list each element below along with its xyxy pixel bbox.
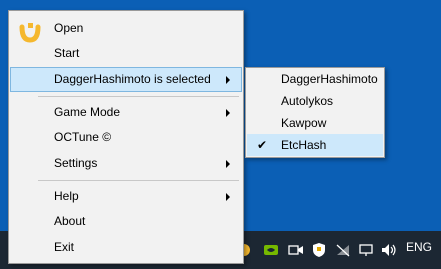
language-indicator[interactable]: ENG <box>406 240 432 254</box>
tray-context-menu: Open Start DaggerHashimoto is selected G… <box>8 10 244 264</box>
meet-now-icon[interactable] <box>287 241 305 259</box>
menu-item-label: OCTune © <box>54 130 112 144</box>
volume-icon[interactable] <box>380 241 398 259</box>
algorithm-option-label: Kawpow <box>281 116 327 130</box>
menu-item-about[interactable]: About <box>10 209 242 234</box>
menu-item-label: Help <box>54 189 79 203</box>
algorithm-option-kawpow[interactable]: Kawpow <box>247 112 383 134</box>
algorithm-option-daggerhashimoto[interactable]: DaggerHashimoto <box>247 68 383 90</box>
menu-item-label: Game Mode <box>54 105 121 119</box>
menu-item-label: About <box>54 214 86 228</box>
menu-item-algorithm-selected[interactable]: DaggerHashimoto is selected <box>10 67 242 92</box>
menu-item-settings[interactable]: Settings <box>10 151 242 176</box>
menu-item-label: DaggerHashimoto is selected <box>54 72 211 86</box>
submenu-arrow-icon <box>226 109 230 117</box>
menu-item-exit[interactable]: Exit <box>10 235 242 260</box>
menu-item-label: Open <box>54 21 84 35</box>
menu-item-start[interactable]: Start <box>10 41 242 66</box>
menu-item-game-mode[interactable]: Game Mode <box>10 100 242 125</box>
menu-item-label: Settings <box>54 156 98 170</box>
algorithm-option-label: Autolykos <box>281 94 334 108</box>
menu-item-label: Exit <box>54 240 75 254</box>
display-icon[interactable] <box>358 241 376 259</box>
security-shield-icon[interactable] <box>310 241 328 259</box>
algorithm-option-etchash[interactable]: ✔ EtcHash <box>247 134 383 156</box>
algorithm-option-autolykos[interactable]: Autolykos <box>247 90 383 112</box>
menu-item-help[interactable]: Help <box>10 184 242 209</box>
checkmark-icon: ✔ <box>257 138 268 152</box>
submenu-arrow-icon <box>226 193 230 201</box>
algorithm-option-label: DaggerHashimoto <box>281 72 378 86</box>
algorithm-submenu: DaggerHashimoto Autolykos Kawpow ✔ EtcHa… <box>245 67 385 158</box>
algorithm-option-label: EtcHash <box>281 138 327 152</box>
menu-separator <box>38 180 239 181</box>
nvidia-icon[interactable] <box>262 241 280 259</box>
submenu-arrow-icon <box>226 160 230 168</box>
network-disconnected-icon[interactable] <box>334 241 352 259</box>
menu-item-octune[interactable]: OCTune © <box>10 125 242 150</box>
menu-item-label: Start <box>54 46 80 60</box>
menu-item-open[interactable]: Open <box>10 16 242 41</box>
submenu-arrow-icon <box>226 76 230 84</box>
menu-separator <box>38 96 239 97</box>
